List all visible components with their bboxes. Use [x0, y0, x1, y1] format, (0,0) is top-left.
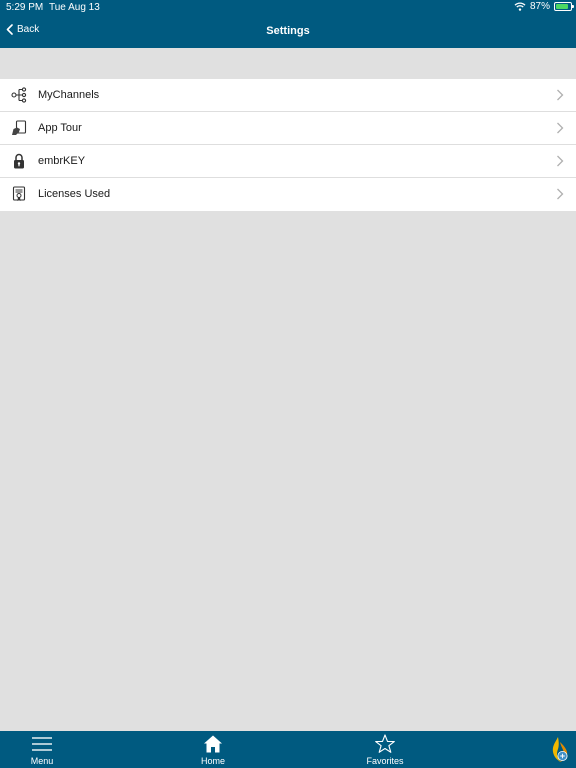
settings-item-app-tour[interactable]: App Tour: [0, 112, 576, 145]
status-bar: 5:29 PM Tue Aug 13 87%: [0, 0, 576, 16]
chevron-right-icon: [557, 89, 564, 101]
settings-item-embrkey[interactable]: embrKEY: [0, 145, 576, 178]
settings-list: MyChannels App Tour embrKEY Licenses Use…: [0, 79, 576, 211]
tab-home[interactable]: Home: [193, 731, 233, 768]
battery-percent: 87%: [529, 1, 550, 12]
settings-item-mychannels[interactable]: MyChannels: [0, 79, 576, 112]
nav-bar: Back Settings: [0, 16, 576, 48]
item-label: App Tour: [38, 122, 82, 134]
wifi-icon: [514, 2, 526, 11]
status-time: 5:29 PM: [6, 2, 44, 13]
tab-favorites[interactable]: Favorites: [360, 731, 410, 768]
battery-icon: [554, 2, 574, 11]
tour-icon: [12, 120, 27, 135]
home-icon: [204, 735, 222, 753]
lock-icon: [14, 153, 24, 169]
tab-label: Home: [200, 756, 225, 766]
status-indicators: 87%: [514, 1, 574, 12]
item-label: MyChannels: [38, 89, 100, 101]
settings-item-licenses-used[interactable]: Licenses Used: [0, 178, 576, 211]
tab-label: Menu: [30, 756, 54, 766]
status-date: Tue Aug 13: [49, 2, 100, 13]
battery-fill: [556, 4, 569, 9]
hamburger-menu-icon: [32, 737, 52, 751]
item-label: Licenses Used: [38, 188, 111, 200]
tab-label: Favorites: [366, 756, 404, 766]
chevron-right-icon: [557, 122, 564, 134]
chevron-right-icon: [557, 155, 564, 167]
channels-icon: [11, 87, 27, 103]
settings-screen: 5:29 PM Tue Aug 13 87% Back Settings MyC…: [0, 0, 576, 768]
embr-logo-icon: [552, 737, 568, 762]
star-icon: [375, 734, 395, 753]
page-title: Settings: [266, 25, 310, 37]
header: 5:29 PM Tue Aug 13 87% Back Settings: [0, 0, 576, 48]
tab-menu[interactable]: Menu: [22, 731, 62, 768]
certificate-icon: [12, 186, 26, 201]
chevron-right-icon: [557, 188, 564, 200]
item-label: embrKEY: [38, 155, 86, 167]
tab-bar: Menu Home Favorites: [0, 731, 576, 768]
